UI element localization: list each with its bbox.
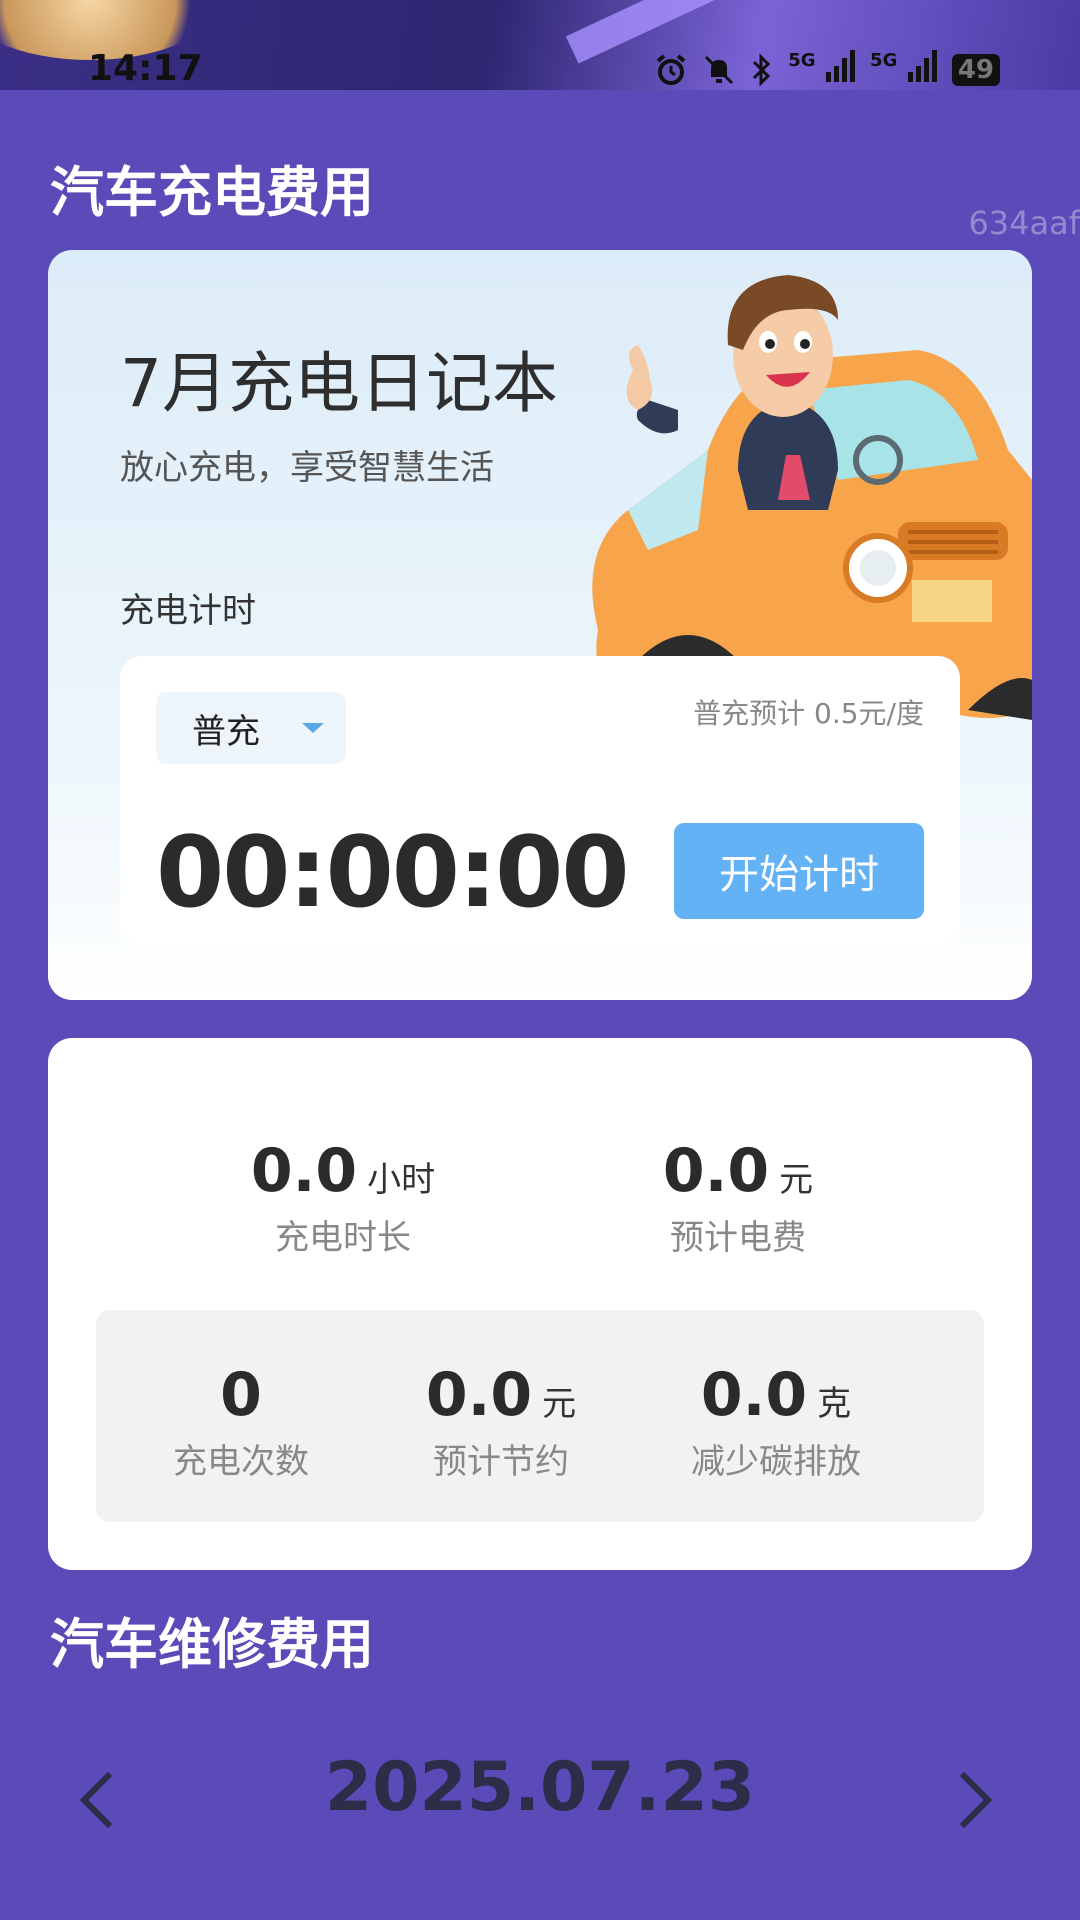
- repair-section-title: 汽车维修费用: [50, 1613, 374, 1676]
- stat-label: 充电时长: [275, 1218, 411, 1258]
- stat-unit: 小时: [367, 1160, 436, 1200]
- stat-label: 充电次数: [173, 1442, 309, 1482]
- alarm-icon: [657, 54, 686, 85]
- date-navigator: 2025.07.23: [0, 1740, 1080, 1880]
- stat-value: 0: [220, 1360, 262, 1430]
- rate-hint: 普充预计 0.5元/度: [693, 697, 924, 730]
- diary-subtitle: 放心充电，享受智慧生活: [120, 448, 494, 488]
- network-type-label: 5G: [788, 50, 816, 71]
- stat-charge-count: 0 充电次数: [156, 1360, 326, 1483]
- charging-diary-card: 7月充电日记本 放心充电，享受智慧生活 充电计时 普充 普充预计 0.5元/度 …: [48, 250, 1032, 1000]
- status-time: 14:17: [88, 48, 203, 89]
- mute-icon: [705, 55, 734, 85]
- signal-5g-icon: 5G: [788, 50, 856, 90]
- stat-label: 预计节约: [433, 1442, 569, 1482]
- stat-estimated-savings: 0.0 元 预计节约: [401, 1360, 601, 1483]
- charge-mode-select[interactable]: 普充: [156, 692, 346, 764]
- stat-unit: 克: [817, 1384, 852, 1424]
- status-icons: 5G 5G 49: [654, 50, 1000, 90]
- stat-estimated-cost: 0.0 元 预计电费: [618, 1136, 858, 1259]
- timer-display: 00:00:00: [156, 816, 630, 930]
- charging-timer-label: 充电计时: [120, 591, 256, 631]
- bluetooth-icon: [753, 53, 771, 87]
- charge-mode-value: 普充: [192, 711, 260, 752]
- diary-title: 7月充电日记本: [120, 345, 558, 422]
- start-timer-button[interactable]: 开始计时: [674, 823, 924, 919]
- stat-unit: 元: [542, 1384, 577, 1424]
- battery-icon: 49: [951, 54, 1000, 86]
- stat-label: 预计电费: [670, 1218, 806, 1258]
- stat-charging-duration: 0.0 小时 充电时长: [223, 1136, 463, 1259]
- stat-carbon-reduction: 0.0 克 减少碳排放: [666, 1360, 886, 1483]
- signal-5g-icon: 5G: [870, 50, 938, 90]
- watermark: 634aaf: [968, 204, 1080, 242]
- stat-value: 0.0: [662, 1136, 770, 1206]
- timer-panel: 普充 普充预计 0.5元/度 00:00:00 开始计时: [120, 656, 960, 946]
- stat-value: 0.0: [250, 1136, 358, 1206]
- charging-section-title: 汽车充电费用: [50, 161, 374, 224]
- current-date: 2025.07.23: [324, 1748, 756, 1827]
- chevron-down-icon: [302, 723, 324, 733]
- status-bar: 14:17 5G 5G 49: [0, 0, 1080, 90]
- stats-summary-box: 0 充电次数 0.0 元 预计节约 0.0 克 减少碳排放: [96, 1310, 984, 1522]
- charging-stats-card: 0.0 小时 充电时长 0.0 元 预计电费 0 充电次数 0.0 元 预计节约 0.…: [48, 1038, 1032, 1570]
- stat-value: 0.0: [700, 1360, 808, 1430]
- stat-label: 减少碳排放: [691, 1442, 861, 1482]
- stat-value: 0.0: [425, 1360, 533, 1430]
- stat-unit: 元: [779, 1160, 814, 1200]
- network-type-label: 5G: [870, 50, 898, 71]
